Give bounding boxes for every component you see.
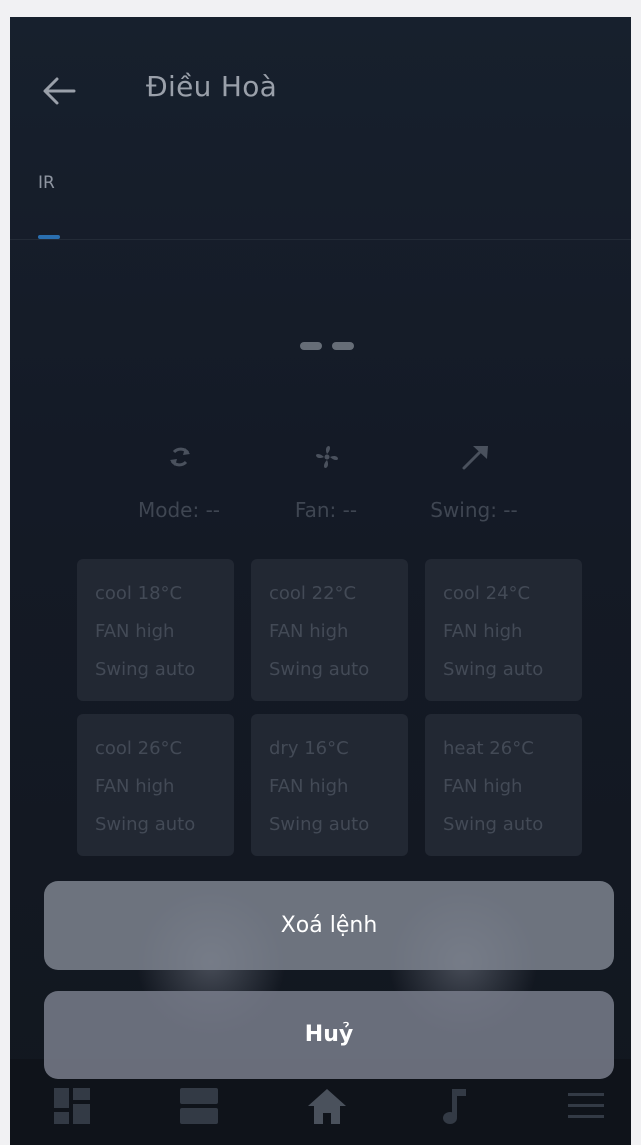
app-bar: Điều Hoà [10,17,631,162]
home-icon[interactable] [307,1087,347,1125]
preset-mode: dry 16°C [269,738,349,759]
app-screen: Điều Hoà IR Mode: -- Fan: -- Swing: -- c… [10,17,631,1145]
preset-mode: cool 26°C [95,738,183,759]
swing-status: Swing: -- [430,498,518,522]
preset-swing: Swing auto [443,659,544,680]
preset-fan: FAN high [95,621,175,642]
sync-icon [170,447,190,467]
preset-mode: cool 24°C [443,583,531,604]
preset-card[interactable]: cool 26°C FAN high Swing auto [77,714,234,856]
preset-fan: FAN high [443,776,523,797]
preset-mode: cool 22°C [269,583,357,604]
preset-fan: FAN high [443,621,523,642]
preset-fan: FAN high [269,776,349,797]
preset-swing: Swing auto [95,659,196,680]
tab-ir[interactable]: IR [38,173,55,193]
preset-card[interactable]: cool 24°C FAN high Swing auto [425,559,582,701]
preset-fan: FAN high [95,776,175,797]
preset-card[interactable]: dry 16°C FAN high Swing auto [251,714,408,856]
arrow-left-icon[interactable] [40,73,78,109]
preset-swing: Swing auto [443,814,544,835]
preset-card[interactable]: cool 18°C FAN high Swing auto [77,559,234,701]
fan-icon [316,446,338,468]
preset-mode: cool 18°C [95,583,183,604]
preset-swing: Swing auto [95,814,196,835]
tab-divider [10,239,631,240]
swing-icon [462,446,488,470]
mode-status: Mode: -- [137,498,221,522]
preset-swing: Swing auto [269,814,370,835]
temperature-dash [300,342,322,350]
preset-swing: Swing auto [269,659,370,680]
list-icon[interactable] [180,1088,218,1124]
fan-status: Fan: -- [294,498,358,522]
dashboard-icon[interactable] [54,1088,90,1124]
delete-command-button[interactable]: Xoá lệnh [44,881,614,970]
preset-card[interactable]: heat 26°C FAN high Swing auto [425,714,582,856]
preset-mode: heat 26°C [443,738,534,759]
page-title: Điều Hoà [146,70,278,103]
preset-fan: FAN high [269,621,349,642]
cancel-button[interactable]: Huỷ [44,991,614,1079]
menu-icon[interactable] [568,1091,604,1121]
temperature-dash [332,342,354,350]
preset-card[interactable]: cool 22°C FAN high Swing auto [251,559,408,701]
music-icon[interactable] [442,1087,468,1125]
